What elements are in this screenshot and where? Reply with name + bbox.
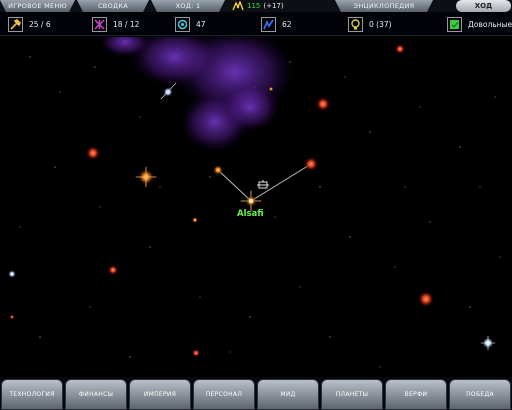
star-red: [418, 291, 434, 307]
lightbulb-icon: [348, 16, 363, 32]
system-name-label[interactable]: Alsafi: [237, 209, 264, 219]
star-orange: [268, 86, 274, 92]
command-resource[interactable]: 47: [175, 16, 206, 32]
star-red: [192, 349, 200, 357]
turn-number-display: ХОД: 1: [151, 0, 225, 12]
star-red: [395, 44, 405, 54]
top-menu-bar: ИГРОВОЕ МЕНЮ СВОДКА ХОД: 1 115 (+17) ЭНЦ…: [0, 0, 512, 12]
science-value: 62: [282, 19, 292, 29]
science-resource[interactable]: 62: [261, 16, 292, 32]
research-points-readout: 115 (+17): [232, 0, 284, 12]
star-white: [8, 270, 16, 278]
hammer-icon: [8, 16, 23, 32]
credits-resource[interactable]: 0 (37): [348, 16, 392, 32]
credits-value: 0 (37): [369, 19, 392, 29]
command-icon: [175, 16, 190, 32]
defense-resource[interactable]: 18 / 12: [92, 16, 139, 32]
nav-technology[interactable]: ТЕХНОЛОГИЯ: [1, 379, 63, 410]
resource-bar: 25 / 6 18 / 12 47 62 0 (37) Довольные: [0, 12, 512, 36]
home-star-alsafi[interactable]: [245, 195, 257, 207]
defense-value: 18 / 12: [113, 19, 140, 29]
game-menu-button[interactable]: ИГРОВОЕ МЕНЮ: [0, 0, 75, 12]
end-turn-button[interactable]: ХОД: [456, 0, 511, 12]
star-red: [9, 314, 15, 320]
star-orange: [213, 165, 223, 175]
industry-value: 25 / 6: [29, 19, 51, 29]
star-red: [86, 146, 100, 160]
star-red: [304, 157, 318, 171]
morale-icon: [447, 16, 462, 32]
fleet-icon[interactable]: [257, 180, 269, 189]
star-red: [108, 265, 118, 275]
science-icon: [261, 16, 276, 32]
bottom-navigation: ТЕХНОЛОГИЯ ФИНАНСЫ ИМПЕРИЯ ПЕРСОНАЛ МИД …: [0, 377, 512, 410]
morale-value: Довольные: [468, 19, 512, 29]
nav-victory[interactable]: ПОБЕДА: [449, 379, 511, 410]
nav-shipyards[interactable]: ВЕРФИ: [385, 379, 447, 410]
nav-mid[interactable]: МИД: [257, 379, 319, 410]
nav-personnel[interactable]: ПЕРСОНАЛ: [193, 379, 255, 410]
weapons-icon: [92, 16, 107, 32]
star-red: [316, 97, 330, 111]
nav-empire[interactable]: ИМПЕРИЯ: [129, 379, 191, 410]
galaxy-map[interactable]: Alsafi: [0, 37, 512, 377]
nav-finance[interactable]: ФИНАНСЫ: [65, 379, 127, 410]
star-orange: [192, 217, 198, 223]
research-value: 115: [247, 2, 261, 10]
command-value: 47: [196, 19, 206, 29]
research-icon: [232, 1, 244, 11]
industry-resource[interactable]: 25 / 6: [8, 16, 51, 32]
morale-resource[interactable]: Довольные: [447, 16, 512, 32]
research-bonus: (+17): [263, 2, 284, 10]
nav-planets[interactable]: ПЛАНЕТЫ: [321, 379, 383, 410]
summary-button[interactable]: СВОДКА: [77, 0, 149, 12]
encyclopedia-button[interactable]: ЭНЦИКЛОПЕДИЯ: [335, 0, 433, 12]
nebula: [100, 37, 295, 152]
